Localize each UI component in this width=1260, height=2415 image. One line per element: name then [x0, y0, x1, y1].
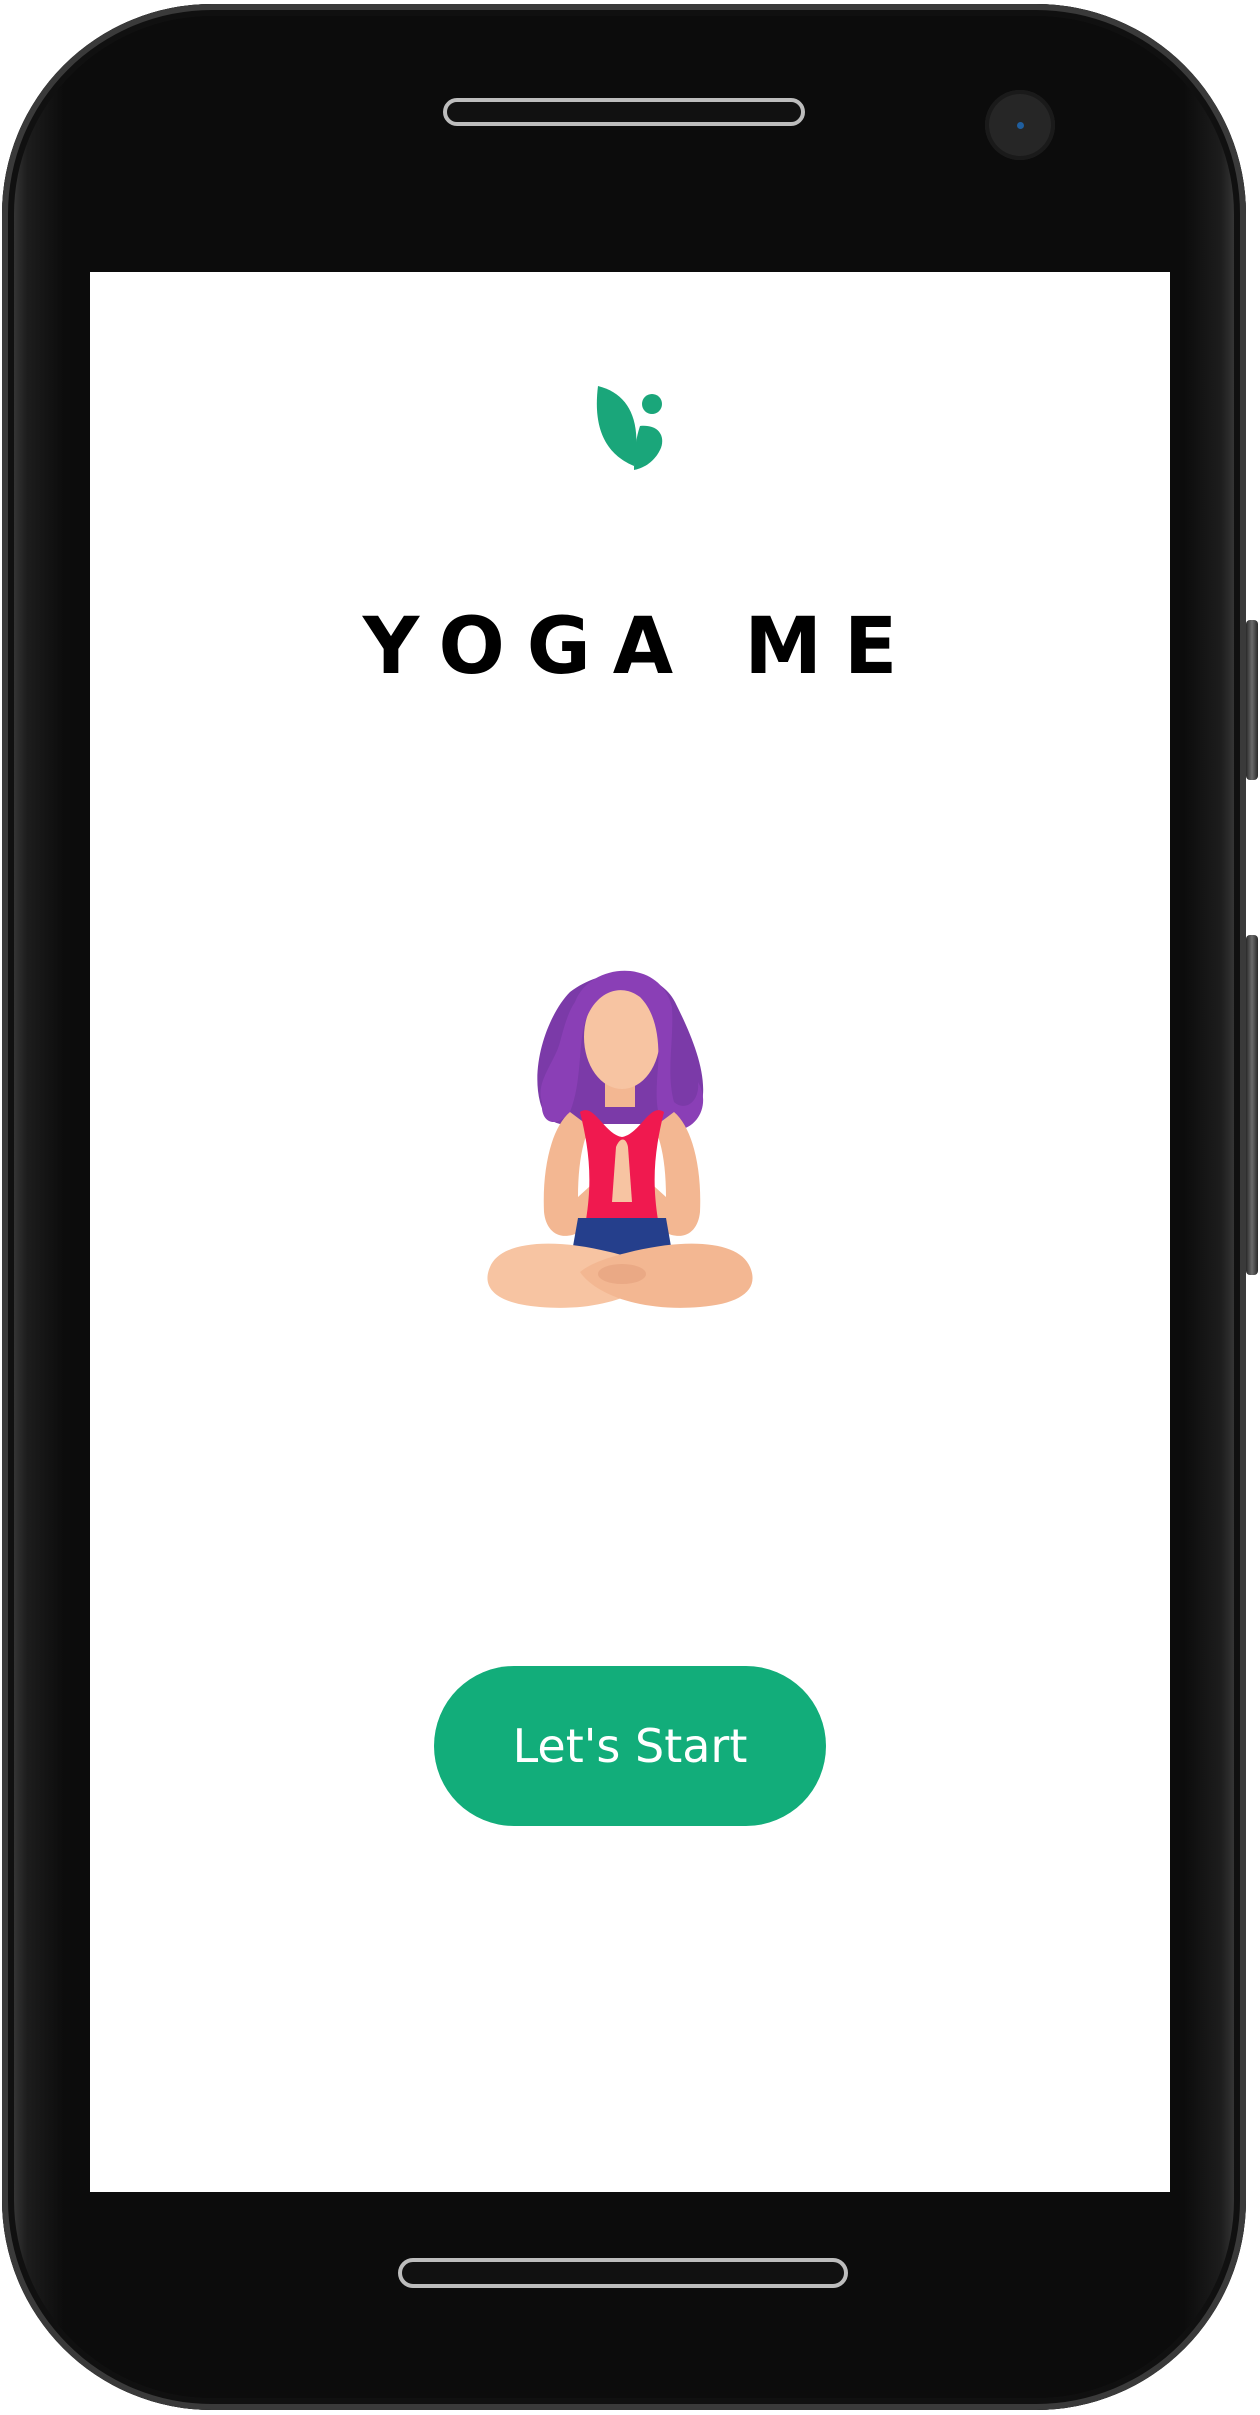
home-bar[interactable] — [398, 2258, 848, 2288]
power-button — [1246, 935, 1258, 1275]
speaker-grille — [443, 98, 805, 126]
phone-device: YOGA ME Let's Start — [0, 0, 1260, 2415]
volume-button — [1246, 620, 1258, 780]
meditating-woman-illustration — [487, 970, 753, 1308]
leaf-person-logo-icon — [596, 386, 663, 470]
front-camera-icon — [985, 90, 1055, 160]
app-title: YOGA ME — [362, 602, 920, 692]
app-screen: YOGA ME Let's Start — [90, 272, 1170, 2192]
start-button[interactable]: Let's Start — [434, 1666, 826, 1826]
